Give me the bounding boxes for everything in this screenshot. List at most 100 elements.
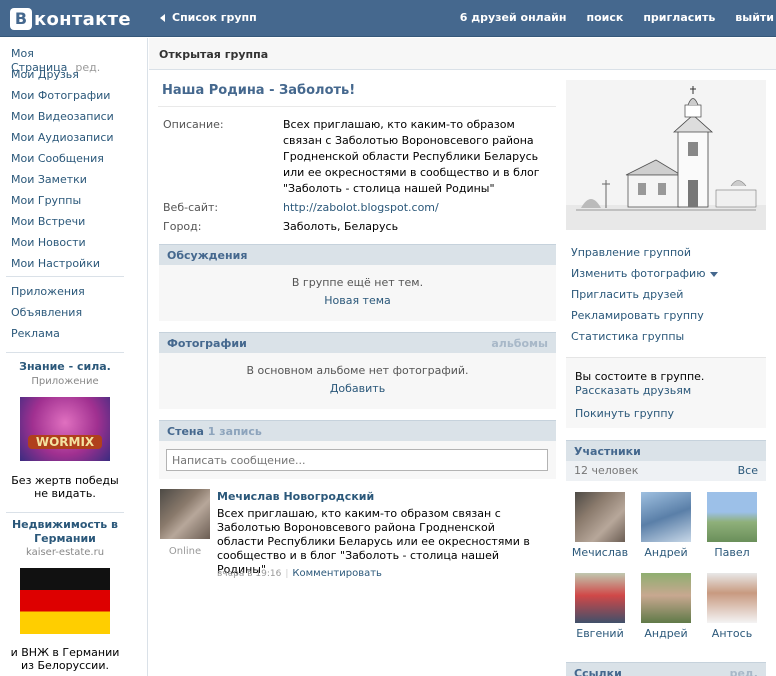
sidebar-divider: [6, 276, 124, 277]
member-avatar: [641, 492, 691, 542]
links-edit-link[interactable]: ред.: [730, 667, 758, 676]
logout-link[interactable]: выйти: [735, 11, 774, 24]
sidebar-item-advertising[interactable]: Реклама: [11, 327, 126, 348]
member-name: Мечислав: [571, 546, 629, 559]
page-type-label: Открытая группа: [159, 48, 269, 61]
online-status: Online: [168, 546, 202, 557]
sidebar-item-notes[interactable]: Мои Заметки: [11, 173, 126, 194]
sidebar-item-friends[interactable]: Мои Друзья: [11, 68, 126, 89]
edit-link[interactable]: ред.: [75, 61, 100, 74]
wall-title-group: Стена 1 запись: [167, 425, 262, 438]
invite-link[interactable]: пригласить: [643, 11, 715, 24]
ad-text[interactable]: и ВНЖ в Германии из Белоруссии.: [6, 646, 124, 672]
group-photo[interactable]: [566, 80, 766, 230]
tell-friends-link[interactable]: Рассказать друзьям: [575, 384, 691, 397]
sidebar-item-ads[interactable]: Объявления: [11, 306, 126, 327]
member-name: Андрей: [644, 627, 688, 640]
back-label: Список групп: [172, 11, 257, 24]
ad-title[interactable]: Недвижимость в Германии: [6, 518, 124, 546]
member-avatar: [575, 492, 625, 542]
advertise-group-link[interactable]: Рекламировать группу: [571, 309, 718, 330]
change-photo-label: Изменить фотографию: [571, 267, 706, 280]
discussions-title: Обсуждения: [167, 249, 248, 262]
main-menu: Моя Страница ред. Мои Друзья Мои Фотограф…: [11, 47, 126, 278]
city-label: Город:: [163, 220, 202, 233]
wormix-ad-image[interactable]: WORMIX: [20, 397, 110, 461]
member-card[interactable]: Андрей: [633, 573, 699, 640]
website-label: Веб-сайт:: [163, 201, 219, 214]
ad-subtitle: Приложение: [31, 376, 99, 387]
member-avatar: [707, 573, 757, 623]
discussions-empty-text: В группе ещё нет тем.: [291, 276, 424, 289]
city-value: Заболоть, Беларусь: [283, 220, 399, 233]
sidebar-item-groups[interactable]: Мои Группы: [11, 194, 126, 215]
member-card[interactable]: Евгений: [567, 573, 633, 640]
post-author-link[interactable]: Мечислав Новогродский: [217, 490, 374, 503]
add-photo-link[interactable]: Добавить: [159, 382, 556, 395]
all-members-link[interactable]: Все: [738, 464, 758, 477]
member-card[interactable]: Андрей: [633, 492, 699, 559]
main-header: Открытая группа: [149, 38, 776, 70]
post-meta: вчера в 19:16 | Комментировать: [217, 568, 382, 579]
ad-title[interactable]: Знание - сила.: [6, 360, 124, 373]
members-subheader: 12 человек Все: [566, 461, 766, 481]
discussions-body: В группе ещё нет тем. Новая тема: [159, 265, 556, 321]
wall-count: 1 запись: [207, 425, 262, 438]
germany-flag-image[interactable]: [20, 568, 110, 634]
sidebar-item-videos[interactable]: Мои Видеозаписи: [11, 110, 126, 131]
sidebar-item-photos[interactable]: Мои Фотографии: [11, 89, 126, 110]
photos-header[interactable]: Фотографии альбомы: [159, 332, 556, 353]
sidebar-item-news[interactable]: Мои Новости: [11, 236, 126, 257]
extra-menu: Приложения Объявления Реклама: [11, 285, 126, 348]
membership-box: Вы состоите в группе. Рассказать друзьям…: [566, 357, 766, 428]
top-nav: 6 друзей онлайн поиск пригласить выйти: [440, 11, 776, 24]
members-title: Участники: [574, 445, 641, 458]
top-bar: В контакте Список групп 6 друзей онлайн …: [0, 0, 776, 37]
links-header[interactable]: Ссылки ред.: [566, 662, 766, 676]
friends-online-link[interactable]: 6 друзей онлайн: [460, 11, 567, 24]
photos-empty-text: В основном альбоме нет фотографий.: [246, 364, 469, 377]
member-card[interactable]: Павел: [699, 492, 765, 559]
logo-text: контакте: [34, 8, 131, 30]
manage-group-link[interactable]: Управление группой: [571, 246, 718, 267]
sidebar-item-audio[interactable]: Мои Аудиозаписи: [11, 131, 126, 152]
sidebar-item-messages[interactable]: Мои Сообщения: [11, 152, 126, 173]
left-sidebar: Моя Страница ред. Мои Друзья Мои Фотограф…: [0, 38, 148, 676]
website-link[interactable]: http://zabolot.blogspot.com/: [283, 200, 553, 216]
member-name: Евгений: [576, 627, 624, 640]
links-title: Ссылки: [574, 667, 622, 676]
vk-logo[interactable]: В контакте: [10, 7, 131, 31]
group-actions: Управление группой Изменить фотографию П…: [571, 246, 719, 351]
sidebar-item-my-page[interactable]: Моя Страница ред.: [11, 47, 126, 74]
members-header[interactable]: Участники: [566, 440, 766, 461]
member-card[interactable]: Антось: [699, 573, 765, 640]
new-topic-link[interactable]: Новая тема: [159, 294, 556, 307]
back-to-groups-link[interactable]: Список групп: [160, 11, 257, 24]
member-avatar: [575, 573, 625, 623]
member-name: Павел: [714, 546, 750, 559]
photos-title: Фотографии: [167, 337, 247, 350]
author-avatar[interactable]: [160, 489, 210, 539]
member-avatar: [707, 492, 757, 542]
member-card[interactable]: Мечислав: [567, 492, 633, 559]
sidebar-divider: [6, 512, 124, 513]
post-text: Всех приглашаю, кто каким-то образом свя…: [217, 507, 530, 576]
discussions-header[interactable]: Обсуждения: [159, 244, 556, 265]
sidebar-item-events[interactable]: Мои Встречи: [11, 215, 126, 236]
comment-link[interactable]: Комментировать: [292, 568, 382, 579]
invite-friends-link[interactable]: Пригласить друзей: [571, 288, 718, 309]
sidebar-item-settings[interactable]: Мои Настройки: [11, 257, 126, 278]
member-name: Андрей: [644, 546, 688, 559]
wall-header: Стена 1 запись: [159, 420, 556, 441]
wall-title: Стена: [167, 425, 204, 438]
group-title: Наша Родина - Заболоть!: [162, 83, 356, 98]
albums-link[interactable]: альбомы: [491, 337, 548, 350]
ad-text[interactable]: Без жертв победы не видать.: [6, 474, 124, 500]
group-stats-link[interactable]: Статистика группы: [571, 330, 718, 351]
sidebar-item-apps[interactable]: Приложения: [11, 285, 126, 306]
search-link[interactable]: поиск: [586, 11, 623, 24]
member-name: Антось: [711, 627, 753, 640]
change-photo-link[interactable]: Изменить фотографию: [571, 267, 719, 288]
leave-group-link[interactable]: Покинуть группу: [575, 407, 674, 420]
wall-message-input[interactable]: [166, 449, 548, 471]
